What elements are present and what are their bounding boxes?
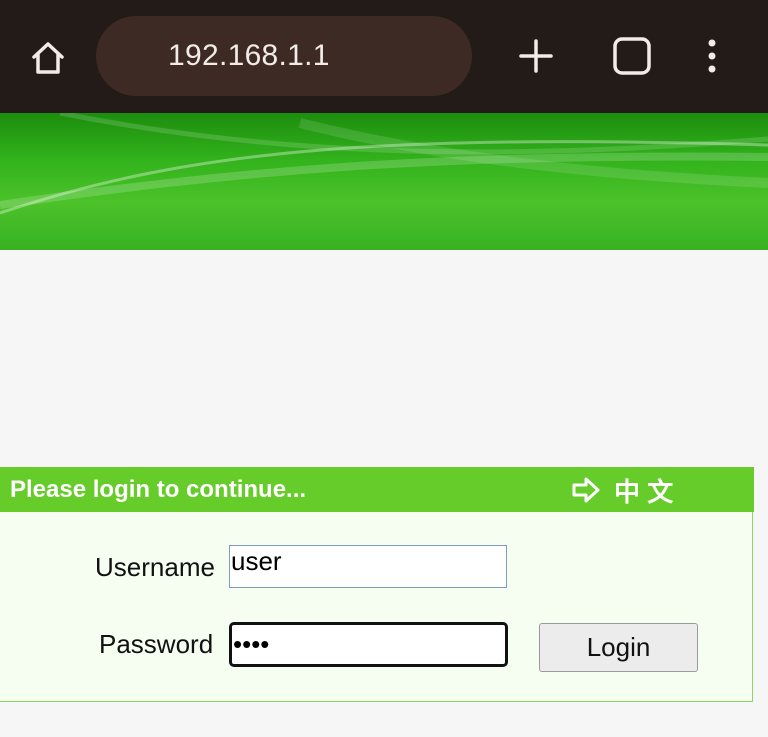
username-value: user: [231, 546, 282, 576]
password-field[interactable]: ••••: [229, 622, 508, 667]
home-button[interactable]: [22, 34, 74, 82]
language-switch-link[interactable]: 中 文: [572, 475, 673, 507]
tabs-icon: [613, 37, 651, 75]
login-prompt-title: Please login to continue...: [10, 475, 307, 503]
address-bar[interactable]: 192.168.1.1: [96, 16, 472, 96]
login-form: Username user Password •••• Login: [0, 512, 753, 702]
login-panel-header: Please login to continue... 中 文: [0, 467, 754, 512]
login-button-label: Login: [586, 632, 651, 662]
more-vert-icon: [708, 39, 716, 73]
overflow-menu-button[interactable]: [694, 32, 730, 80]
username-label: Username: [95, 552, 215, 582]
username-field[interactable]: user: [229, 545, 507, 588]
password-label: Password: [99, 629, 214, 659]
language-label: 中 文: [614, 476, 674, 507]
url-text: 192.168.1.1: [168, 39, 330, 72]
login-button[interactable]: Login: [539, 623, 698, 672]
plus-icon: [519, 39, 553, 73]
arrow-right-icon: [572, 477, 600, 503]
browser-toolbar: 192.168.1.1: [0, 0, 768, 113]
banner-waves: [0, 113, 768, 215]
router-banner: [0, 113, 768, 250]
tab-switcher-button[interactable]: [608, 32, 656, 80]
home-icon: [32, 42, 64, 74]
password-value: ••••: [233, 629, 270, 659]
new-tab-button[interactable]: [512, 32, 560, 80]
